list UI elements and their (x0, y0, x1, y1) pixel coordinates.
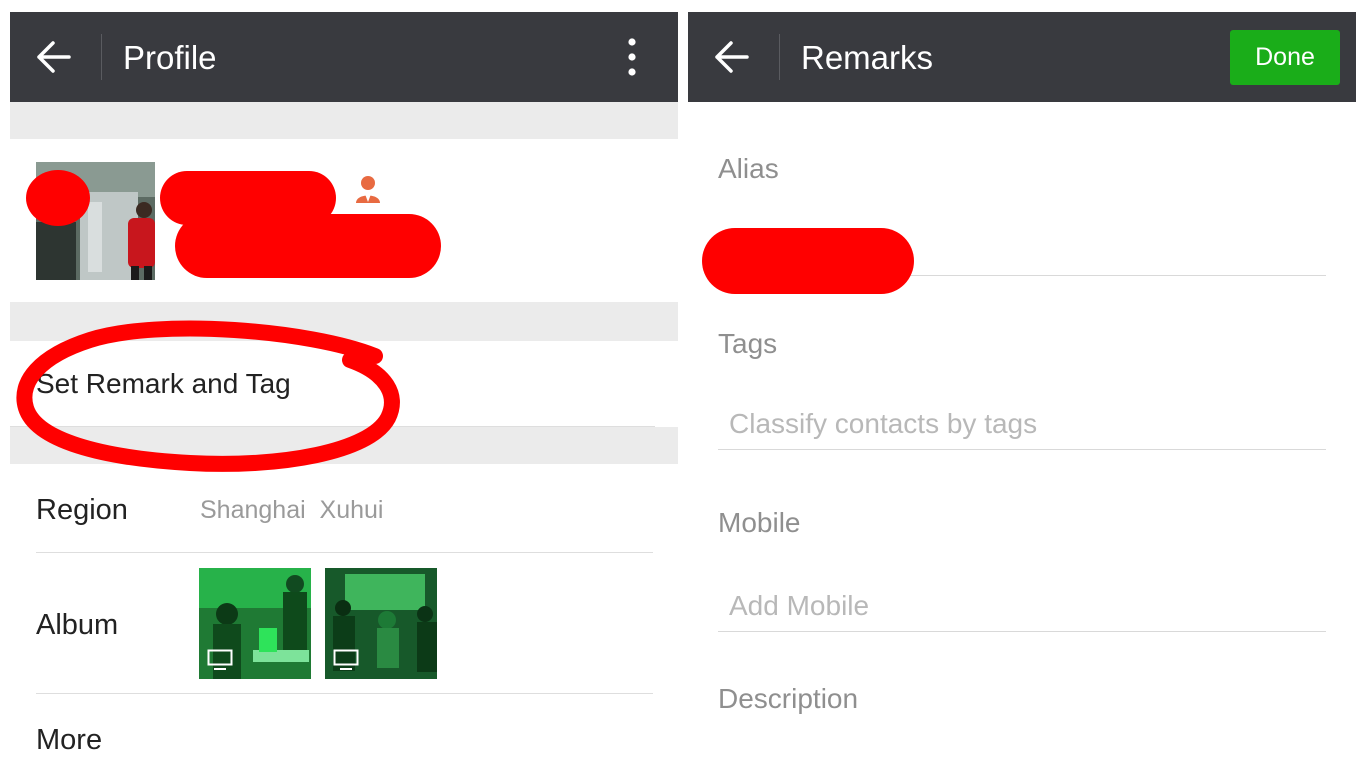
more-vertical-icon[interactable] (618, 36, 646, 78)
arrow-left-icon[interactable] (36, 40, 72, 74)
page-title: Profile (123, 39, 217, 76)
remarks-topbar: Remarks Done (688, 12, 1356, 102)
profile-topbar: Profile (10, 12, 678, 102)
region-value: Shanghai Xuhui (200, 496, 384, 524)
redaction-mark (175, 214, 441, 278)
section-gap (10, 427, 678, 464)
region-row: Region Shanghai Xuhui (10, 464, 678, 553)
section-gap (10, 302, 678, 341)
tv-icon (333, 649, 359, 670)
more-label: More (36, 724, 103, 756)
mobile-label: Mobile (718, 507, 801, 538)
page-title: Remarks (801, 39, 934, 76)
remarks-screen: Remarks Done Alias Tags Mobile Descripti… (688, 0, 1356, 768)
arrow-left-icon[interactable] (714, 40, 750, 74)
tags-label: Tags (718, 328, 778, 359)
region-label: Region (36, 494, 128, 526)
mobile-input[interactable] (718, 580, 1326, 632)
set-remark-and-tag-label: Set Remark and Tag (36, 368, 291, 399)
set-remark-and-tag-row[interactable]: Set Remark and Tag (10, 341, 678, 427)
alias-label: Alias (718, 153, 779, 184)
album-thumbnail[interactable] (199, 568, 311, 679)
album-row[interactable]: Album (10, 553, 678, 694)
album-label: Album (36, 609, 119, 641)
section-gap (10, 102, 678, 139)
more-row[interactable]: More (10, 694, 678, 768)
profile-header (10, 139, 678, 302)
tv-icon (207, 649, 233, 670)
topbar-divider (779, 34, 780, 80)
album-thumbnail[interactable] (325, 568, 437, 679)
redaction-mark (702, 228, 914, 294)
topbar-divider (101, 34, 102, 80)
description-label: Description (718, 683, 859, 714)
redaction-mark (26, 170, 90, 226)
profile-screen: Profile Set Remark and Tag Region Shangh… (10, 0, 678, 768)
done-button[interactable]: Done (1230, 30, 1340, 85)
tags-input[interactable] (718, 398, 1326, 450)
person-icon (356, 176, 380, 203)
